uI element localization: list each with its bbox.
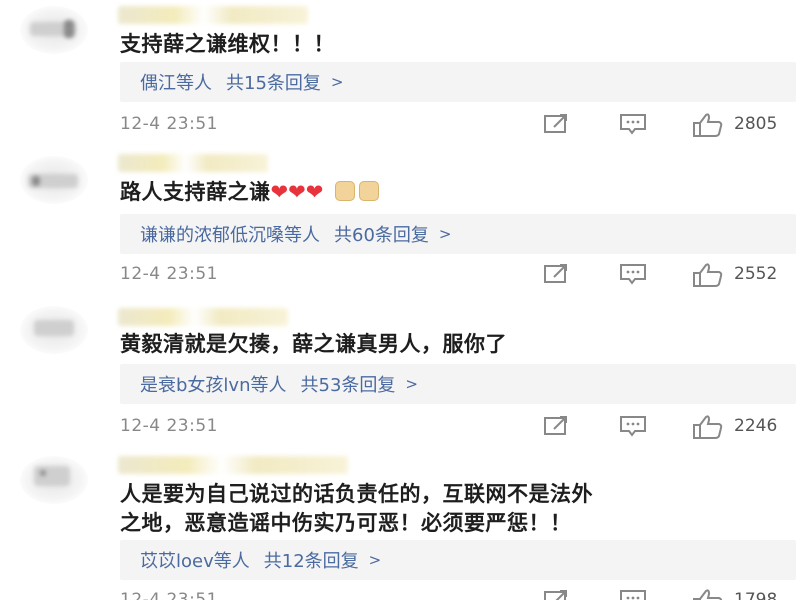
reply-summary[interactable]: 偶江等人 共15条回复 > xyxy=(120,62,796,102)
comment-text: 支持薛之谦维权！！！ xyxy=(120,32,335,56)
reply-summary[interactable]: 谦谦的浓郁低沉嗓等人 共60条回复 > xyxy=(120,214,796,254)
thumbs-up-icon[interactable] xyxy=(692,262,724,288)
comment-icon[interactable] xyxy=(618,262,648,286)
username-blurred[interactable] xyxy=(118,154,268,172)
username-blurred[interactable] xyxy=(118,308,288,326)
username-blurred[interactable] xyxy=(118,456,348,474)
like-count: 1798 xyxy=(734,590,778,600)
comment-meta: 12-4 23:51 2805 xyxy=(120,112,800,138)
reply-users: 偶江等人 xyxy=(140,73,212,94)
comment-item: 支持薛之谦维权！！！ 偶江等人 共15条回复 > 12-4 23:51 2805 xyxy=(0,0,800,150)
like-count: 2805 xyxy=(734,114,778,134)
thumbs-up-emoji-icon xyxy=(335,181,356,201)
reply-count: 共53条回复 xyxy=(300,375,396,396)
comment-text: 黄毅清就是欠揍，薛之谦真男人，服你了 xyxy=(120,332,507,356)
reply-count: 共60条回复 xyxy=(334,225,429,246)
comment-item: 路人支持薛之谦❤❤❤ 谦谦的浓郁低沉嗓等人 共60条回复 > 12-4 23:5… xyxy=(0,150,800,302)
timestamp: 12-4 23:51 xyxy=(120,590,218,600)
avatar[interactable] xyxy=(20,6,88,54)
hearts-emoji: ❤❤❤ xyxy=(270,180,324,204)
timestamp: 12-4 23:51 xyxy=(120,416,218,436)
avatar[interactable] xyxy=(20,156,88,204)
reply-users: 苡苡loev等人 xyxy=(140,551,250,572)
share-icon[interactable] xyxy=(542,112,570,136)
timestamp: 12-4 23:51 xyxy=(120,114,218,134)
reply-summary[interactable]: 苡苡loev等人 共12条回复 > xyxy=(120,540,796,580)
comment-text: 路人支持薛之谦❤❤❤ xyxy=(120,178,380,207)
chevron-right-icon: > xyxy=(368,551,382,569)
chevron-right-icon: > xyxy=(405,375,418,393)
comment-text-main: 路人支持薛之谦 xyxy=(120,180,271,204)
share-icon[interactable] xyxy=(542,262,570,286)
timestamp: 12-4 23:51 xyxy=(120,264,218,284)
reply-count: 共15条回复 xyxy=(226,73,321,94)
comment-meta: 12-4 23:51 2552 xyxy=(120,262,800,288)
share-icon[interactable] xyxy=(542,588,570,600)
reply-users: 是衰b女孩lvn等人 xyxy=(140,375,287,396)
reply-count: 共12条回复 xyxy=(263,551,359,572)
comment-item: 人是要为自己说过的话负责任的，互联网不是法外 之地，恶意造谣中伤实乃可恶！必须要… xyxy=(0,452,800,600)
chevron-right-icon: > xyxy=(438,225,452,243)
username-blurred[interactable] xyxy=(118,6,308,24)
share-icon[interactable] xyxy=(542,414,570,438)
avatar[interactable] xyxy=(20,456,88,504)
comment-meta: 12-4 23:51 2246 xyxy=(120,414,800,440)
reply-users: 谦谦的浓郁低沉嗓等人 xyxy=(140,225,320,246)
comment-text: 人是要为自己说过的话负责任的，互联网不是法外 之地，恶意造谣中伤实乃可恶！必须要… xyxy=(120,480,593,538)
comment-text-line: 人是要为自己说过的话负责任的，互联网不是法外 xyxy=(120,482,593,506)
thumbs-up-icon[interactable] xyxy=(692,588,724,600)
like-count: 2246 xyxy=(734,416,778,436)
comment-text-line: 之地，恶意造谣中伤实乃可恶！必须要严惩！！ xyxy=(120,511,572,535)
reply-summary[interactable]: 是衰b女孩lvn等人 共53条回复 > xyxy=(120,364,796,404)
thumbs-up-icon[interactable] xyxy=(692,112,724,138)
like-count: 2552 xyxy=(734,264,778,284)
thumbs-up-icon[interactable] xyxy=(692,414,724,440)
comment-icon[interactable] xyxy=(618,414,648,438)
chevron-right-icon: > xyxy=(330,73,344,91)
comment-icon[interactable] xyxy=(618,112,648,136)
comment-item: 黄毅清就是欠揍，薛之谦真男人，服你了 是衰b女孩lvn等人 共53条回复 > 1… xyxy=(0,302,800,452)
comment-meta: 12-4 23:51 1798 xyxy=(120,588,800,600)
comment-icon[interactable] xyxy=(618,588,648,600)
hands-emoji-icon xyxy=(359,181,380,201)
avatar[interactable] xyxy=(20,306,88,354)
